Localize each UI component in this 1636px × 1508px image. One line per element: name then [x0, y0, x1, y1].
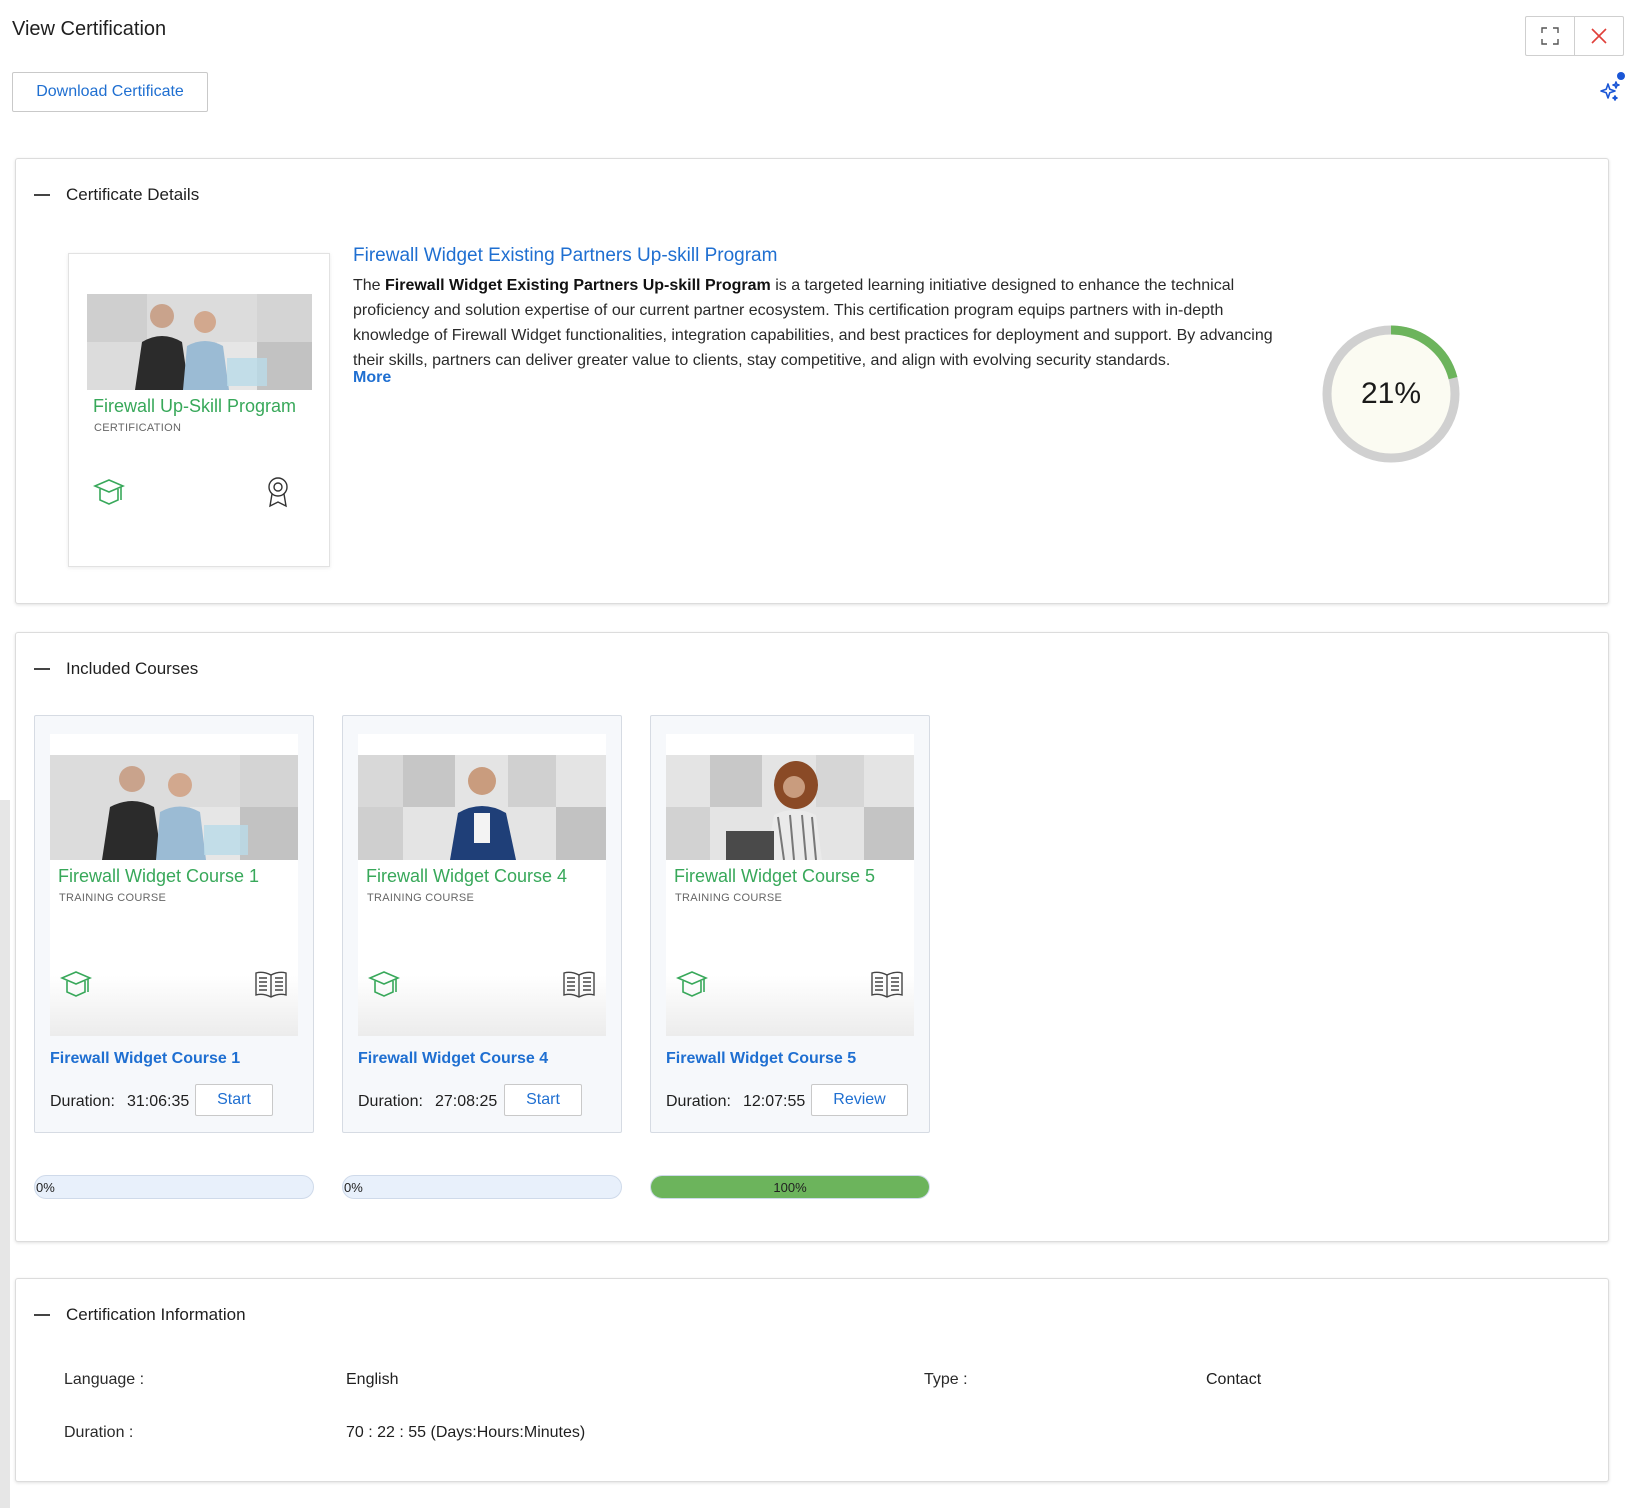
- collapse-icon[interactable]: [34, 194, 50, 196]
- language-value: English: [346, 1371, 399, 1388]
- duration-value: 12:07:55: [743, 1093, 806, 1110]
- award-badge-icon: [268, 477, 288, 508]
- duration-label: Duration :: [64, 1424, 134, 1441]
- maximize-button[interactable]: [1526, 17, 1574, 55]
- close-icon: [1591, 28, 1607, 44]
- graduation-cap-icon: [60, 971, 92, 997]
- download-certificate-button[interactable]: Download Certificate: [12, 72, 208, 112]
- card-type: CERTIFICATION: [94, 422, 182, 434]
- open-book-icon: [255, 971, 287, 998]
- duration-label: Duration:: [50, 1093, 115, 1110]
- graduation-cap-icon: [676, 971, 708, 997]
- start-course-button[interactable]: Start: [195, 1084, 273, 1116]
- duration-value: 27:08:25: [435, 1093, 498, 1110]
- progress-label: 100%: [773, 1179, 807, 1195]
- course-card-inner: Firewall Widget Course 4 TRAINING COURSE: [358, 734, 606, 1036]
- course-card[interactable]: Firewall Widget Course 4 TRAINING COURSE…: [342, 715, 622, 1133]
- sparkle-icon[interactable]: [1598, 80, 1622, 104]
- page-title: View Certification: [12, 18, 167, 40]
- description-bold-title: Firewall Widget Existing Partners Up-ski…: [385, 277, 771, 294]
- course-card-name: Firewall Widget Course 5: [674, 866, 876, 886]
- review-course-button[interactable]: Review: [811, 1084, 908, 1116]
- certification-information-header: Certification Information: [34, 1305, 246, 1325]
- graduation-cap-icon: [93, 479, 125, 505]
- maximize-icon: [1541, 27, 1559, 45]
- dialog-header: View Certification: [12, 16, 1624, 62]
- certification-title-link[interactable]: Firewall Widget Existing Partners Up-ski…: [353, 245, 777, 267]
- certification-description: The Firewall Widget Existing Partners Up…: [353, 273, 1283, 373]
- certification-information-panel: Certification Information Language : Eng…: [15, 1278, 1609, 1482]
- duration-value: 31:06:35: [127, 1093, 190, 1110]
- graduation-cap-icon: [368, 971, 400, 997]
- more-link[interactable]: More: [353, 369, 391, 387]
- description-prefix: The: [353, 277, 386, 294]
- course-card-type: TRAINING COURSE: [367, 892, 475, 904]
- course-thumbnail: [666, 755, 914, 860]
- course-thumbnail: [358, 755, 606, 860]
- included-courses-panel: Included Courses Firewall Widget Course …: [15, 632, 1609, 1242]
- left-edge-strip: [0, 800, 10, 1508]
- collapse-icon[interactable]: [34, 668, 50, 670]
- included-courses-header: Included Courses: [34, 659, 198, 679]
- course-title-link[interactable]: Firewall Widget Course 5: [666, 1050, 856, 1068]
- course-card-inner: Firewall Widget Course 5 TRAINING COURSE: [666, 734, 914, 1036]
- certification-thumbnail: [87, 294, 312, 390]
- course-card[interactable]: Firewall Widget Course 1 TRAINING COURSE…: [34, 715, 314, 1133]
- certificate-details-panel: Certificate Details Firewall Up-Skill Pr…: [15, 158, 1609, 604]
- section-title: Certification Information: [66, 1305, 246, 1324]
- duration-label: Duration:: [666, 1093, 731, 1110]
- window-controls: [1525, 16, 1624, 56]
- certification-card[interactable]: Firewall Up-Skill Program CERTIFICATION: [68, 253, 330, 567]
- notification-dot: [1617, 72, 1625, 80]
- progress-label: 0%: [36, 1179, 55, 1195]
- close-button[interactable]: [1574, 17, 1623, 55]
- open-book-icon: [871, 971, 903, 998]
- course-card-inner: Firewall Widget Course 1 TRAINING COURSE: [50, 734, 298, 1036]
- course-card-type: TRAINING COURSE: [675, 892, 783, 904]
- progress-label: 0%: [344, 1179, 363, 1195]
- course-progress-bar: 100%: [650, 1175, 930, 1199]
- course-thumbnail: [50, 755, 298, 860]
- language-label: Language :: [64, 1371, 145, 1388]
- course-progress-bar: 0%: [34, 1175, 314, 1199]
- section-title: Certificate Details: [66, 185, 200, 204]
- open-book-icon: [563, 971, 595, 998]
- duration-label: Duration:: [358, 1093, 423, 1110]
- course-card[interactable]: Firewall Widget Course 5 TRAINING COURSE…: [650, 715, 930, 1133]
- progress-donut-label: 21%: [1360, 377, 1422, 410]
- collapse-icon[interactable]: [34, 1314, 50, 1316]
- course-card-name: Firewall Widget Course 4: [366, 866, 568, 886]
- start-course-button[interactable]: Start: [504, 1084, 582, 1116]
- duration-value: 70 : 22 : 55 (Days:Hours:Minutes): [346, 1424, 586, 1441]
- course-title-link[interactable]: Firewall Widget Course 4: [358, 1050, 548, 1068]
- course-progress-bar: 0%: [342, 1175, 622, 1199]
- course-card-type: TRAINING COURSE: [59, 892, 167, 904]
- type-label: Type :: [924, 1371, 968, 1388]
- course-card-name: Firewall Widget Course 1: [58, 866, 260, 886]
- card-name: Firewall Up-Skill Program: [93, 396, 297, 416]
- type-value: Contact: [1206, 1371, 1262, 1388]
- course-title-link[interactable]: Firewall Widget Course 1: [50, 1050, 240, 1068]
- certificate-details-header: Certificate Details: [34, 185, 199, 205]
- section-title: Included Courses: [66, 659, 199, 678]
